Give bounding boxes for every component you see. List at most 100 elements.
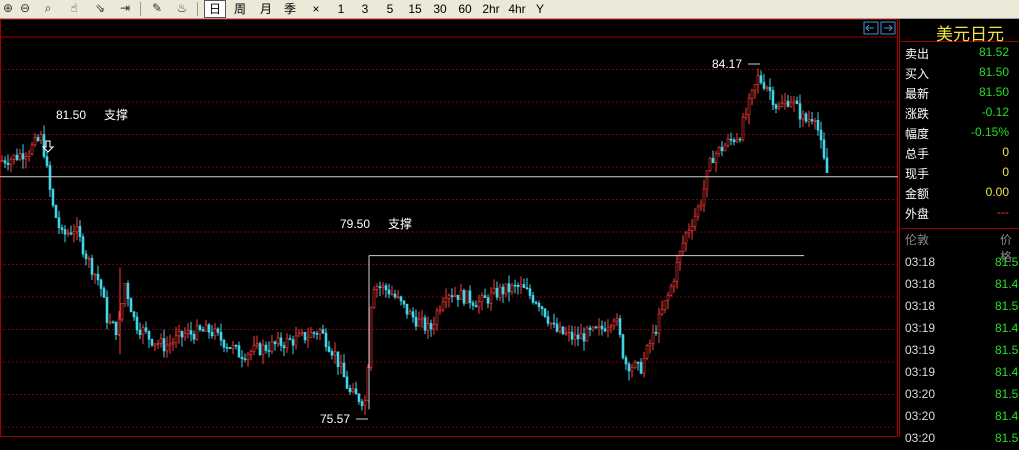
candle-body — [747, 97, 751, 116]
candle-body — [207, 324, 211, 333]
period-15m[interactable]: 15 — [404, 0, 426, 18]
period-year[interactable]: Y — [533, 0, 547, 18]
candle-body — [624, 357, 628, 365]
period-4hr[interactable]: 4hr — [505, 0, 529, 18]
support-label: 支撑 — [388, 216, 412, 231]
candle-body — [525, 287, 529, 290]
candle-body — [306, 337, 310, 341]
candle-body — [477, 301, 481, 308]
candle-body — [165, 344, 169, 352]
candle-body — [45, 156, 49, 166]
candle-body — [411, 311, 415, 318]
candle-body — [711, 158, 715, 164]
candle-body — [33, 137, 37, 146]
candle-body — [174, 335, 178, 344]
zoom-in-icon[interactable]: ⊕ — [0, 1, 16, 16]
candle-body — [483, 295, 487, 298]
candle-body — [471, 302, 475, 306]
candle-body — [180, 330, 184, 338]
candle-body — [531, 295, 535, 303]
candle-body — [330, 351, 334, 356]
candle-body — [513, 284, 517, 287]
period-30m[interactable]: 30 — [429, 0, 451, 18]
candle-body — [639, 362, 643, 374]
period-1m[interactable]: 1 — [334, 0, 348, 18]
candle-body — [561, 326, 565, 335]
candle-body — [705, 170, 709, 190]
quote-row: 总手 0 — [900, 143, 1019, 163]
candle-body — [102, 288, 106, 298]
indicator-icon[interactable]: ⇥ — [117, 1, 133, 16]
candle-body — [555, 323, 559, 332]
draw-icon[interactable]: ✎ — [149, 1, 165, 16]
candle-body — [414, 316, 418, 327]
quote-label: 总手 — [905, 147, 930, 161]
candle-body — [741, 117, 745, 141]
candle-body — [303, 331, 307, 341]
candle-body — [456, 294, 460, 300]
candle-body — [759, 75, 763, 83]
period-day[interactable]: 日 — [204, 0, 226, 18]
candle-body — [96, 273, 100, 281]
period-60m[interactable]: 60 — [454, 0, 476, 18]
candle-body — [291, 339, 295, 346]
candle-body — [807, 119, 811, 122]
candle-body — [141, 327, 145, 335]
low-price-label: 75.57 — [320, 412, 350, 426]
export-icon[interactable]: ⇘ — [92, 1, 108, 16]
cursor-icon[interactable]: ☝ — [66, 1, 82, 16]
tick-row: 03:19 81.4 — [900, 318, 1019, 340]
period-month[interactable]: 月 — [256, 0, 276, 18]
candle-body — [138, 329, 142, 335]
candle-body — [294, 335, 298, 346]
quote-title-bar: 美元日元 — [900, 19, 1019, 45]
candlestick-chart[interactable]: 81.50 支撑 79.50 支撑 84.17 75.57 — [0, 19, 898, 437]
candle-body — [783, 100, 787, 105]
toolbar: ⊕ ⊖ ⌕ ☝ ⇘ ⇥ ✎ ♨ 日 周 月 季 × 1 3 5 15 30 60… — [0, 0, 1019, 19]
candle-body — [633, 361, 637, 369]
candle-body — [627, 363, 631, 372]
alert-icon[interactable]: ♨ — [174, 1, 190, 16]
candle-body — [750, 89, 754, 99]
tick-price: 81.4 — [995, 409, 1019, 423]
tick-price: 81.5 — [995, 299, 1019, 313]
period-week[interactable]: 周 — [230, 0, 250, 18]
candle-body — [528, 288, 532, 296]
candle-body — [450, 295, 454, 297]
period-close[interactable]: × — [308, 0, 324, 18]
quote-value: 81.50 — [978, 65, 1009, 79]
candle-body — [516, 285, 520, 287]
search-icon[interactable]: ⌕ — [40, 1, 56, 16]
candle-body — [654, 331, 658, 334]
period-5m[interactable]: 5 — [383, 0, 397, 18]
chart-canvas[interactable]: 81.50 支撑 79.50 支撑 84.17 75.57 — [0, 19, 898, 437]
candle-body — [543, 308, 547, 317]
period-3m[interactable]: 3 — [358, 0, 372, 18]
candle-body — [621, 334, 625, 359]
candle-body — [669, 286, 673, 296]
candle-body — [273, 341, 277, 345]
candle-body — [597, 325, 601, 328]
tick-time: 03:20 — [905, 431, 936, 445]
candle-body — [123, 283, 127, 304]
candle-body — [426, 323, 430, 331]
candle-body — [111, 321, 115, 324]
quote-value: 0 — [1002, 165, 1009, 179]
candle-body — [618, 318, 622, 336]
period-quarter[interactable]: 季 — [280, 0, 300, 18]
candle-body — [354, 388, 358, 395]
candle-body — [231, 345, 235, 349]
period-2hr[interactable]: 2hr — [479, 0, 503, 18]
candle-body — [552, 322, 556, 325]
candle-body — [696, 206, 700, 217]
zoom-out-icon[interactable]: ⊖ — [17, 1, 33, 16]
candle-body — [225, 346, 229, 349]
candle-body — [798, 103, 802, 120]
candle-body — [534, 301, 538, 304]
candle-body — [363, 400, 367, 406]
candle-body — [135, 316, 139, 331]
candle-body — [114, 321, 118, 336]
candle-body — [678, 251, 682, 263]
candle-body — [612, 320, 616, 327]
tick-row: 03:20 81.5 — [900, 428, 1019, 450]
